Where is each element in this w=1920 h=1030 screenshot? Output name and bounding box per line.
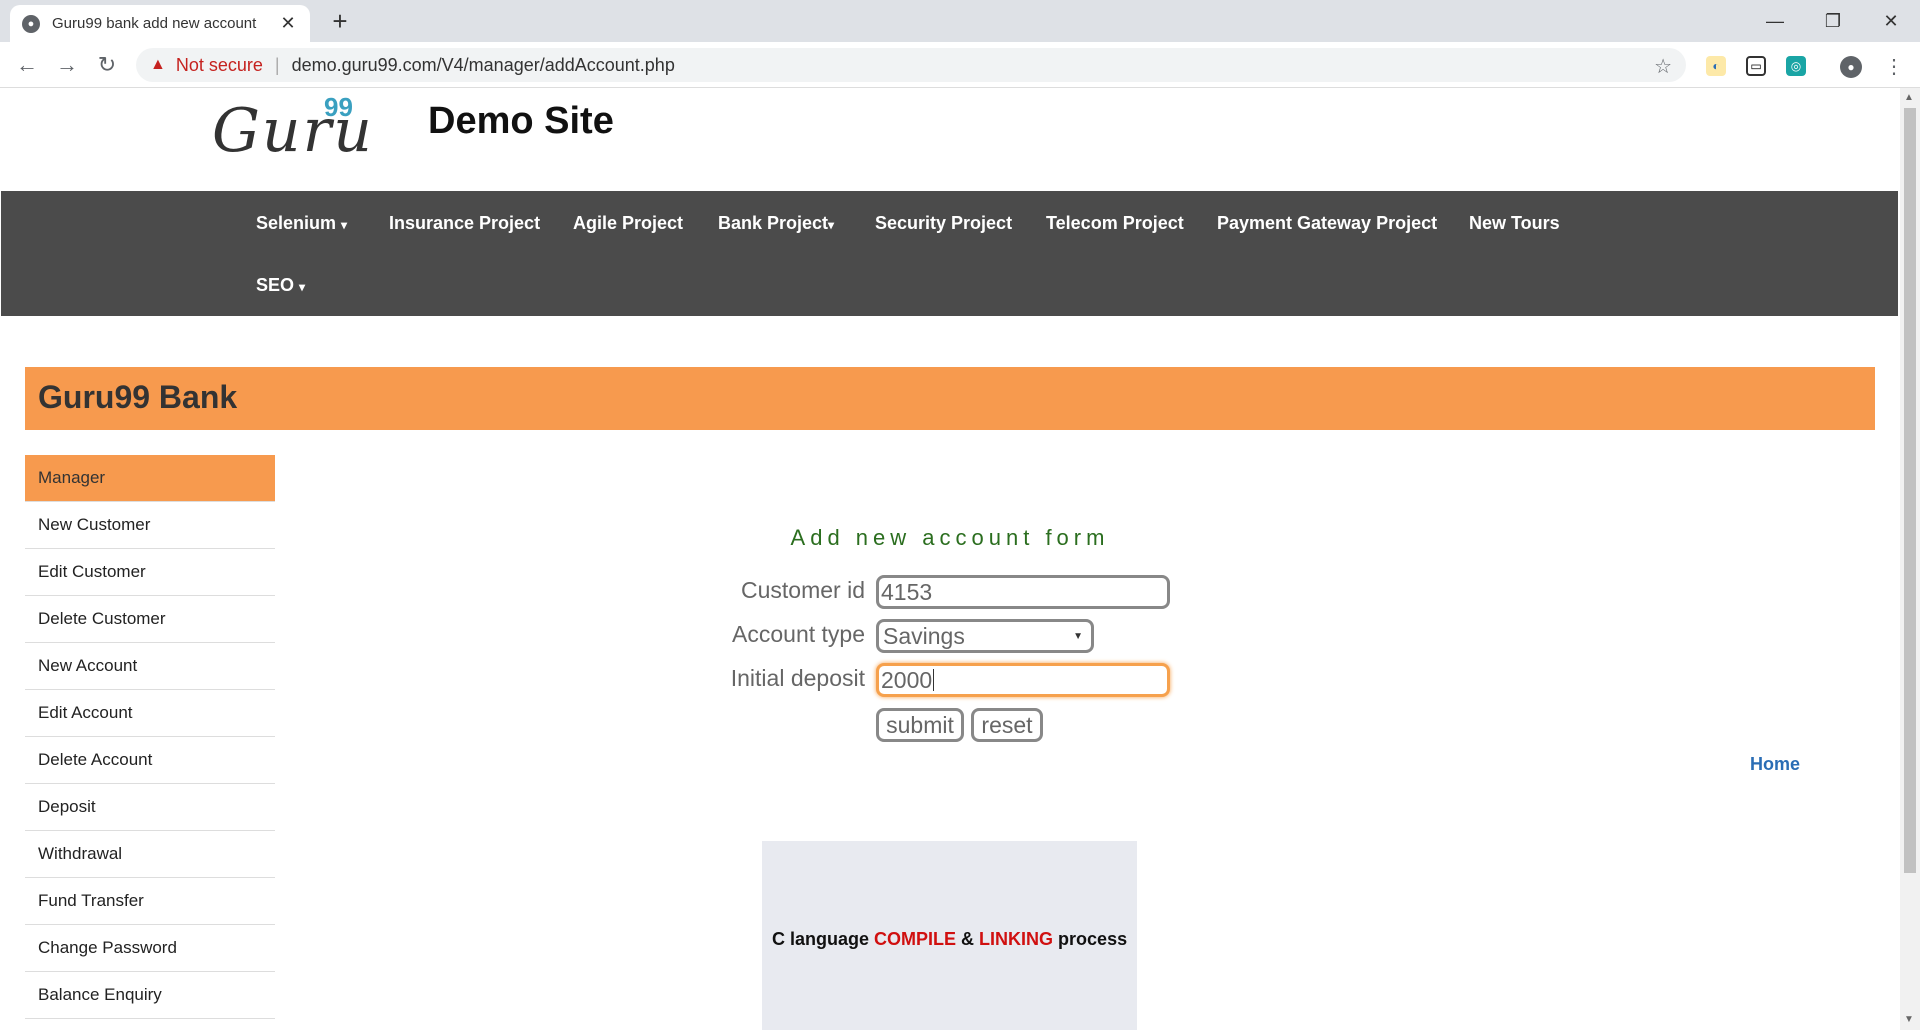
scrollbar-thumb[interactable]: [1904, 108, 1916, 873]
site-title: Demo Site: [428, 100, 614, 142]
nav-label: SEO: [256, 275, 295, 295]
extension-icon[interactable]: ◐: [1706, 56, 1726, 76]
bank-header: Guru99 Bank: [25, 367, 1875, 430]
warning-icon: ▲: [150, 56, 166, 73]
nav-bank-project[interactable]: Bank Project▾: [718, 213, 834, 234]
submit-button[interactable]: submit: [876, 708, 964, 742]
extension-icon[interactable]: ◎: [1786, 56, 1806, 76]
browser-tab[interactable]: ● Guru99 bank add new account ✕: [10, 5, 310, 42]
sidebar-item-edit-account[interactable]: Edit Account: [25, 690, 275, 737]
sidebar-item-change-password[interactable]: Change Password: [25, 925, 275, 972]
tab-title: Guru99 bank add new account: [52, 15, 257, 32]
ad-text: C language COMPILE & LINKING process: [772, 929, 1127, 950]
bank-title: Guru99 Bank: [38, 379, 238, 415]
initial-deposit-value: 2000: [881, 666, 933, 693]
sidebar-item-deposit[interactable]: Deposit: [25, 784, 275, 831]
close-tab-icon[interactable]: ✕: [278, 13, 298, 34]
page: Guru 99 Demo Site Selenium ▾ Insurance P…: [0, 88, 1900, 1030]
nav-seo[interactable]: SEO ▾: [256, 275, 305, 296]
initial-deposit-input[interactable]: 2000: [876, 663, 1170, 697]
form-title: Add new account form: [790, 525, 1110, 550]
extension-icon[interactable]: ▭: [1746, 56, 1766, 76]
new-tab-button[interactable]: +: [325, 6, 355, 37]
sidebar-item-balance-enquiry[interactable]: Balance Enquiry: [25, 972, 275, 1019]
reset-button[interactable]: reset: [971, 708, 1043, 742]
restore-icon[interactable]: ❐: [1804, 0, 1862, 42]
nav-payment-gateway-project[interactable]: Payment Gateway Project: [1217, 213, 1437, 234]
profile-icon[interactable]: ●: [1840, 56, 1862, 78]
nav-label: Bank Project: [718, 213, 829, 233]
browser-tab-bar: ● Guru99 bank add new account ✕ + — ❐ ✕: [0, 0, 1920, 42]
sidebar-item-manager[interactable]: Manager: [25, 455, 275, 502]
separator: |: [274, 54, 280, 75]
bookmark-star-icon[interactable]: ☆: [1654, 54, 1672, 79]
logo-superscript: 99: [324, 92, 353, 122]
nav-security-project[interactable]: Security Project: [875, 213, 1012, 234]
ad-text-highlight: LINKING: [979, 929, 1054, 949]
ad-text-part: C language: [772, 929, 875, 949]
reload-icon[interactable]: ↻: [92, 50, 122, 80]
caret-down-icon: ▾: [341, 218, 348, 232]
caret-down-icon: ▾: [299, 280, 306, 294]
customer-id-input[interactable]: 4153: [876, 575, 1170, 609]
chevron-down-icon: ▼: [1073, 630, 1083, 642]
nav-label: Selenium: [256, 213, 337, 233]
ad-text-part: &: [956, 929, 980, 949]
globe-icon: ●: [22, 14, 40, 33]
not-secure-label[interactable]: Not secure: [176, 55, 263, 76]
home-link[interactable]: Home: [1750, 754, 1800, 775]
customer-id-value: 4153: [881, 578, 933, 605]
scroll-down-icon[interactable]: ▼: [1904, 1014, 1914, 1025]
account-type-value: Savings: [883, 622, 965, 649]
back-icon[interactable]: ←: [12, 50, 42, 80]
sidebar-item-fund-transfer[interactable]: Fund Transfer: [25, 878, 275, 925]
scroll-up-icon[interactable]: ▲: [1904, 92, 1914, 103]
ad-text-part: process: [1053, 929, 1128, 949]
caret-down-icon: ▾: [828, 218, 835, 232]
sidebar-item-edit-customer[interactable]: Edit Customer: [25, 549, 275, 596]
text-cursor: [933, 669, 935, 691]
nav-agile-project[interactable]: Agile Project: [573, 213, 683, 234]
advertisement[interactable]: C language COMPILE & LINKING process: [762, 841, 1137, 1030]
sidebar-item-new-account[interactable]: New Account: [25, 643, 275, 690]
ad-text-highlight: COMPILE: [874, 929, 957, 949]
account-type-select[interactable]: Savings ▼: [876, 619, 1094, 653]
account-type-label: Account type: [732, 621, 865, 647]
sidebar-item-delete-customer[interactable]: Delete Customer: [25, 596, 275, 643]
sidebar-item-delete-account[interactable]: Delete Account: [25, 737, 275, 784]
nav-insurance-project[interactable]: Insurance Project: [389, 213, 540, 234]
top-navigation: Selenium ▾ Insurance Project Agile Proje…: [1, 191, 1898, 316]
sidebar-item-withdrawal[interactable]: Withdrawal: [25, 831, 275, 878]
initial-deposit-label: Initial deposit: [730, 665, 865, 691]
menu-icon[interactable]: ⋮: [1884, 56, 1904, 78]
nav-telecom-project[interactable]: Telecom Project: [1046, 213, 1184, 234]
browser-toolbar: ← → ↻ ▲ Not secure | demo.guru99.com/V4/…: [0, 42, 1920, 88]
forward-icon[interactable]: →: [52, 50, 82, 80]
close-window-icon[interactable]: ✕: [1862, 0, 1920, 42]
url-text[interactable]: demo.guru99.com/V4/manager/addAccount.ph…: [292, 55, 675, 76]
customer-id-label: Customer id: [741, 577, 865, 603]
nav-selenium[interactable]: Selenium ▾: [256, 213, 347, 234]
address-bar[interactable]: ▲ Not secure | demo.guru99.com/V4/manage…: [136, 48, 1686, 82]
minimize-icon[interactable]: —: [1746, 0, 1804, 42]
nav-new-tours[interactable]: New Tours: [1469, 213, 1560, 234]
page-scrollbar[interactable]: ▲ ▼: [1900, 88, 1920, 1030]
